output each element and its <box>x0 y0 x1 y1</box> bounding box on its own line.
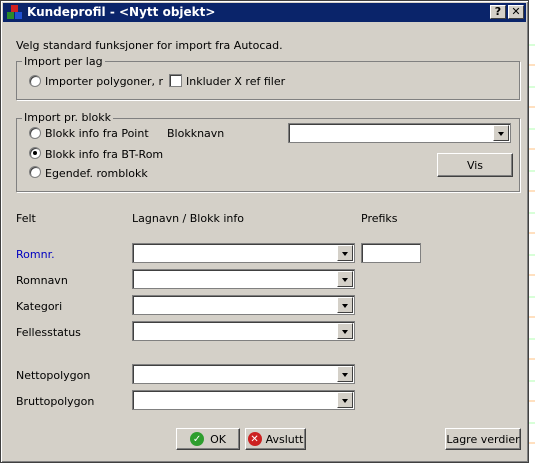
import-polygons-radio[interactable] <box>29 75 41 87</box>
header-prefiks: Prefiks <box>361 212 398 225</box>
blokk-bt-rom-radio[interactable] <box>29 147 41 159</box>
cancel-icon: ✕ <box>247 432 262 446</box>
chevron-down-icon[interactable] <box>337 392 353 408</box>
romnr-combo[interactable] <box>132 243 355 263</box>
close-button[interactable]: ✕ <box>508 5 524 19</box>
help-button[interactable]: ? <box>490 5 506 19</box>
include-xref-label: Inkluder X ref filer <box>186 75 286 88</box>
bruttopolygon-combo[interactable] <box>132 390 355 410</box>
title-bar: Kundeprofil - <Nytt objekt> ? ✕ <box>3 3 526 22</box>
include-xref-checkbox[interactable] <box>169 74 182 87</box>
chevron-down-icon[interactable] <box>337 366 353 382</box>
kategori-label: Kategori <box>16 300 63 313</box>
lagre-verdier-button[interactable]: Lagre verdier <box>445 428 521 450</box>
blokk-point-radio[interactable] <box>29 127 41 139</box>
avslutt-button[interactable]: ✕ Avslutt <box>245 428 306 450</box>
fellesstatus-label: Fellesstatus <box>16 326 81 339</box>
egendef-romblokk-label: Egendef. romblokk <box>45 167 148 180</box>
ok-button-label: OK <box>210 432 226 446</box>
romnr-label: Romnr. <box>16 248 55 261</box>
dialog-window: Kundeprofil - <Nytt objekt> ? ✕ Velg sta… <box>0 0 529 463</box>
app-icon <box>7 5 23 20</box>
chevron-down-icon[interactable] <box>337 245 353 261</box>
chevron-down-icon[interactable] <box>337 297 353 313</box>
blokknavn-combo[interactable] <box>288 123 511 143</box>
romnavn-label: Romnavn <box>16 274 68 287</box>
blokknavn-label: Blokknavn <box>167 127 225 140</box>
romnavn-combo[interactable] <box>132 269 355 289</box>
import-polygons-label: Importer polygoner, r <box>45 75 164 88</box>
kategori-combo[interactable] <box>132 295 355 315</box>
blokk-bt-rom-label: Blokk info fra BT-Rom <box>45 148 164 161</box>
egendef-romblokk-radio[interactable] <box>29 166 41 178</box>
checkmark-icon: ✓ <box>190 432 205 446</box>
import-per-blokk-legend: Import pr. blokk <box>22 111 114 124</box>
ok-button[interactable]: ✓ OK <box>176 428 240 450</box>
nettopolygon-label: Nettopolygon <box>16 369 91 382</box>
prefiks-input[interactable] <box>361 243 421 263</box>
intro-text: Velg standard funksjoner for import fra … <box>16 39 283 52</box>
chevron-down-icon[interactable] <box>337 323 353 339</box>
fellesstatus-combo[interactable] <box>132 321 355 341</box>
window-title: Kundeprofil - <Nytt objekt> <box>27 5 216 19</box>
vis-button[interactable]: Vis <box>437 153 513 177</box>
chevron-down-icon[interactable] <box>337 271 353 287</box>
bruttopolygon-label: Bruttopolygon <box>16 395 95 408</box>
header-lagnavn: Lagnavn / Blokk info <box>132 212 244 225</box>
avslutt-button-label: Avslutt <box>265 432 304 446</box>
import-per-lag-legend: Import per lag <box>22 55 105 68</box>
header-felt: Felt <box>16 212 36 225</box>
background-strip-right <box>529 24 535 463</box>
nettopolygon-combo[interactable] <box>132 364 355 384</box>
blokk-point-label: Blokk info fra Point <box>45 127 149 140</box>
chevron-down-icon[interactable] <box>493 125 509 141</box>
